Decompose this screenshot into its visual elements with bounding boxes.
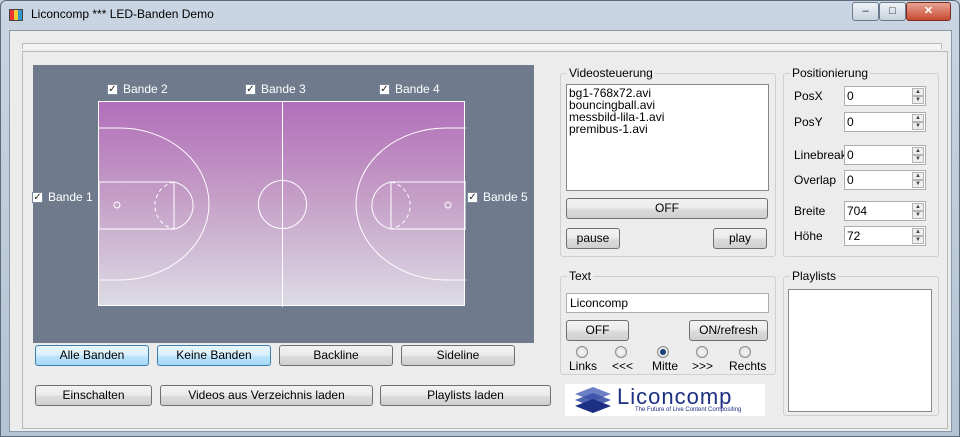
minimize-button[interactable]: ‒ — [852, 2, 879, 21]
positionierung-legend: Positionierung — [790, 66, 871, 80]
list-item[interactable]: premibus-1.avi — [569, 123, 766, 135]
posy-field[interactable]: 0 ▲ ▼ — [844, 112, 926, 132]
bande1-checkbox[interactable]: ✓ Bande 1 — [32, 190, 93, 204]
title-bar: Liconcomp *** LED-Banden Demo ‒ □ ✕ — [1, 1, 959, 29]
top-strip — [22, 43, 942, 49]
spin-up-icon[interactable]: ▲ — [912, 88, 924, 96]
liconcomp-logo: Liconcomp The Future of Live Content Com… — [565, 384, 765, 416]
close-button[interactable]: ✕ — [906, 2, 951, 21]
checkbox-box: ✓ — [245, 83, 256, 95]
play-button[interactable]: play — [713, 228, 767, 249]
bande2-checkbox[interactable]: ✓ Bande 2 — [107, 82, 168, 96]
court-preview: ✓ Bande 2 ✓ Bande 3 ✓ Bande 4 ✓ Bande 1 … — [32, 65, 534, 343]
radio-mitte-label: Mitte — [652, 359, 679, 373]
overlap-label: Overlap — [794, 173, 837, 187]
playlists-legend: Playlists — [790, 269, 839, 283]
spin-up-icon[interactable]: ▲ — [912, 172, 924, 180]
client-area: ✓ Bande 2 ✓ Bande 3 ✓ Bande 4 ✓ Bande 1 … — [9, 30, 952, 432]
bande1-label: Bande 1 — [48, 190, 93, 204]
hoehe-value: 72 — [847, 229, 861, 243]
spin-up-icon[interactable]: ▲ — [912, 228, 924, 236]
radio-left-arrows-label: <<< — [612, 359, 634, 373]
app-icon — [9, 9, 23, 21]
bande3-checkbox[interactable]: ✓ Bande 3 — [245, 82, 306, 96]
spin-down-icon[interactable]: ▼ — [912, 180, 924, 188]
bande5-checkbox[interactable]: ✓ Bande 5 — [467, 190, 528, 204]
radio-right-arrows[interactable] — [696, 346, 708, 358]
maximize-button[interactable]: □ — [879, 2, 906, 21]
linebreak-label: Linebreak — [794, 148, 847, 162]
radio-links-label: Links — [569, 359, 598, 373]
hoehe-field[interactable]: 72 ▲ ▼ — [844, 226, 926, 246]
logo-tagline: The Future of Live Content Compositing — [635, 407, 742, 413]
playlists-list[interactable] — [788, 289, 932, 412]
einschalten-button[interactable]: Einschalten — [35, 385, 152, 406]
basketball-court — [98, 101, 466, 307]
spin-up-icon[interactable]: ▲ — [912, 114, 924, 122]
text-off-button[interactable]: OFF — [566, 320, 629, 341]
posx-label: PosX — [794, 89, 823, 103]
logo-mark-icon — [575, 387, 611, 413]
videosteuerung-legend: Videosteuerung — [567, 66, 655, 80]
sideline-button[interactable]: Sideline — [401, 345, 515, 366]
alle-banden-button[interactable]: Alle Banden — [35, 345, 149, 366]
radio-rechts[interactable] — [739, 346, 751, 358]
on-refresh-button[interactable]: ON/refresh — [689, 320, 768, 341]
posy-value: 0 — [847, 115, 854, 129]
text-input[interactable]: Liconcomp — [566, 293, 769, 313]
window-title: Liconcomp *** LED-Banden Demo — [31, 7, 214, 21]
checkbox-box: ✓ — [379, 83, 390, 95]
videos-laden-button[interactable]: Videos aus Verzeichnis laden — [160, 385, 373, 406]
linebreak-value: 0 — [847, 148, 854, 162]
bande4-checkbox[interactable]: ✓ Bande 4 — [379, 82, 440, 96]
bande2-label: Bande 2 — [123, 82, 168, 96]
spin-down-icon[interactable]: ▼ — [912, 211, 924, 219]
bande3-label: Bande 3 — [261, 82, 306, 96]
breite-field[interactable]: 704 ▲ ▼ — [844, 201, 926, 221]
keine-banden-button[interactable]: Keine Banden — [157, 345, 271, 366]
posy-label: PosY — [794, 115, 823, 129]
backline-button[interactable]: Backline — [279, 345, 393, 366]
posx-value: 0 — [847, 89, 854, 103]
posx-field[interactable]: 0 ▲ ▼ — [844, 86, 926, 106]
radio-left-arrows[interactable] — [615, 346, 627, 358]
bande4-label: Bande 4 — [395, 82, 440, 96]
checkbox-box: ✓ — [107, 83, 118, 95]
pause-button[interactable]: pause — [566, 228, 620, 249]
radio-links[interactable] — [576, 346, 588, 358]
hoehe-label: Höhe — [794, 229, 823, 243]
checkbox-box: ✓ — [467, 191, 478, 203]
checkbox-box: ✓ — [32, 191, 43, 203]
video-file-list[interactable]: bg1-768x72.avi bouncingball.avi messbild… — [566, 84, 769, 191]
app-window: Liconcomp *** LED-Banden Demo ‒ □ ✕ ✓ Ba… — [0, 0, 960, 437]
breite-label: Breite — [794, 204, 826, 218]
court-lines — [99, 102, 466, 307]
spin-up-icon[interactable]: ▲ — [912, 203, 924, 211]
video-off-button[interactable]: OFF — [566, 198, 768, 219]
spin-up-icon[interactable]: ▲ — [912, 147, 924, 155]
radio-right-arrows-label: >>> — [692, 359, 714, 373]
spin-down-icon[interactable]: ▼ — [912, 155, 924, 163]
overlap-field[interactable]: 0 ▲ ▼ — [844, 170, 926, 190]
radio-rechts-label: Rechts — [729, 359, 767, 373]
text-legend: Text — [567, 269, 594, 283]
spin-down-icon[interactable]: ▼ — [912, 236, 924, 244]
overlap-value: 0 — [847, 173, 854, 187]
bande5-label: Bande 5 — [483, 190, 528, 204]
linebreak-field[interactable]: 0 ▲ ▼ — [844, 145, 926, 165]
breite-value: 704 — [847, 204, 868, 218]
spin-down-icon[interactable]: ▼ — [912, 122, 924, 130]
playlists-laden-button[interactable]: Playlists laden — [380, 385, 551, 406]
radio-mitte[interactable] — [657, 346, 669, 358]
spin-down-icon[interactable]: ▼ — [912, 96, 924, 104]
